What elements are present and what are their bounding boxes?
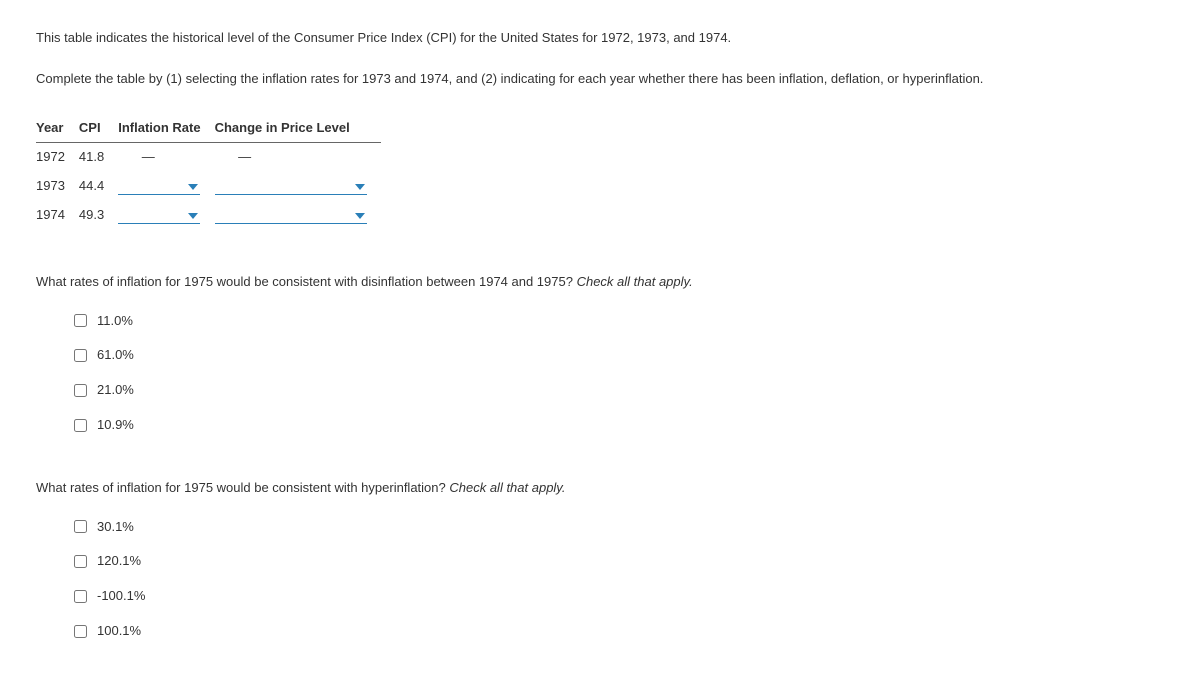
q1-option-1-label: 11.0% — [97, 311, 133, 332]
intro-paragraph-1: This table indicates the historical leve… — [36, 28, 1164, 49]
q2-option-1-checkbox[interactable] — [74, 520, 87, 533]
q2-option-4-label: 100.1% — [97, 621, 141, 642]
col-year: Year — [36, 114, 79, 143]
list-item: 30.1% — [74, 517, 1164, 538]
price-change-dropdown-1973[interactable] — [215, 176, 367, 195]
cpi-table: Year CPI Inflation Rate Change in Price … — [36, 114, 381, 230]
cpi-cell: 41.8 — [79, 143, 118, 172]
chevron-down-icon — [188, 213, 198, 219]
rate-dash: — — [118, 147, 178, 168]
q1-option-3-label: 21.0% — [97, 380, 134, 401]
q1-option-2-label: 61.0% — [97, 345, 134, 366]
q2-option-2-label: 120.1% — [97, 551, 141, 572]
q2-hint: Check all that apply. — [449, 480, 565, 495]
table-row: 1974 49.3 — [36, 201, 381, 230]
q2-option-3-label: -100.1% — [97, 586, 145, 607]
q2-prompt: What rates of inflation for 1975 would b… — [36, 480, 449, 495]
table-row: 1972 41.8 — — — [36, 143, 381, 172]
table-row: 1973 44.4 — [36, 172, 381, 201]
list-item: 61.0% — [74, 345, 1164, 366]
q1-option-3-checkbox[interactable] — [74, 384, 87, 397]
list-item: 11.0% — [74, 311, 1164, 332]
year-cell: 1973 — [36, 172, 79, 201]
list-item: 120.1% — [74, 551, 1164, 572]
year-cell: 1972 — [36, 143, 79, 172]
col-rate: Inflation Rate — [118, 114, 214, 143]
question-hyperinflation: What rates of inflation for 1975 would b… — [36, 478, 1164, 642]
list-item: 10.9% — [74, 415, 1164, 436]
intro-paragraph-2: Complete the table by (1) selecting the … — [36, 69, 1164, 90]
inflation-rate-dropdown-1973[interactable] — [118, 176, 200, 195]
q1-option-4-label: 10.9% — [97, 415, 134, 436]
q2-option-3-checkbox[interactable] — [74, 590, 87, 603]
q2-option-4-checkbox[interactable] — [74, 625, 87, 638]
col-cpi: CPI — [79, 114, 118, 143]
q2-option-1-label: 30.1% — [97, 517, 134, 538]
change-dash: — — [215, 147, 275, 168]
q1-option-1-checkbox[interactable] — [74, 314, 87, 327]
year-cell: 1974 — [36, 201, 79, 230]
q1-prompt: What rates of inflation for 1975 would b… — [36, 274, 577, 289]
list-item: -100.1% — [74, 586, 1164, 607]
col-change: Change in Price Level — [215, 114, 381, 143]
q1-hint: Check all that apply. — [577, 274, 693, 289]
question-disinflation: What rates of inflation for 1975 would b… — [36, 272, 1164, 436]
q1-option-4-checkbox[interactable] — [74, 419, 87, 432]
price-change-dropdown-1974[interactable] — [215, 205, 367, 224]
inflation-rate-dropdown-1974[interactable] — [118, 205, 200, 224]
q1-option-2-checkbox[interactable] — [74, 349, 87, 362]
list-item: 21.0% — [74, 380, 1164, 401]
cpi-cell: 44.4 — [79, 172, 118, 201]
list-item: 100.1% — [74, 621, 1164, 642]
chevron-down-icon — [355, 184, 365, 190]
cpi-cell: 49.3 — [79, 201, 118, 230]
chevron-down-icon — [188, 184, 198, 190]
q2-option-2-checkbox[interactable] — [74, 555, 87, 568]
chevron-down-icon — [355, 213, 365, 219]
